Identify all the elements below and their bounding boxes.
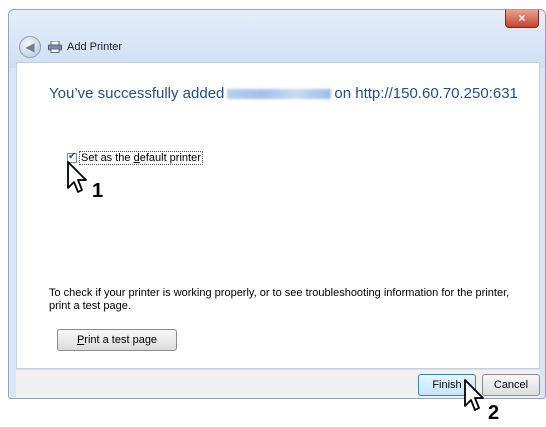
mouse-cursor-icon	[67, 161, 87, 193]
printer-icon	[48, 41, 62, 53]
window-title: Add Printer	[67, 41, 123, 53]
test-page-info: To check if your printer is working prop…	[49, 287, 510, 312]
close-button[interactable]: ×	[505, 10, 539, 28]
headline-prefix: You’ve successfully added	[49, 85, 225, 102]
step-2-marker: 2	[488, 402, 500, 424]
mouse-cursor-icon	[464, 379, 484, 411]
success-headline: You’ve successfully added on http://150.6…	[49, 85, 518, 102]
wizard-content: You’ve successfully added on http://150.6…	[16, 62, 540, 369]
step-1-marker: 1	[92, 180, 104, 202]
redacted-printer-name	[227, 89, 332, 100]
back-arrow-icon: ◀	[25, 40, 35, 54]
default-printer-label[interactable]: Set as the default printer	[79, 151, 203, 165]
headline-suffix: on http://150.60.70.250:631	[334, 85, 518, 102]
close-icon: ×	[518, 11, 526, 25]
cancel-button[interactable]: Cancel	[482, 374, 540, 396]
back-button[interactable]: ◀	[19, 36, 41, 58]
print-test-page-button[interactable]: Print a test page	[57, 329, 177, 351]
title-bar: × ◀ Add Printer	[9, 10, 545, 68]
add-printer-window: × ◀ Add Printer You’ve successfully adde…	[8, 9, 546, 399]
